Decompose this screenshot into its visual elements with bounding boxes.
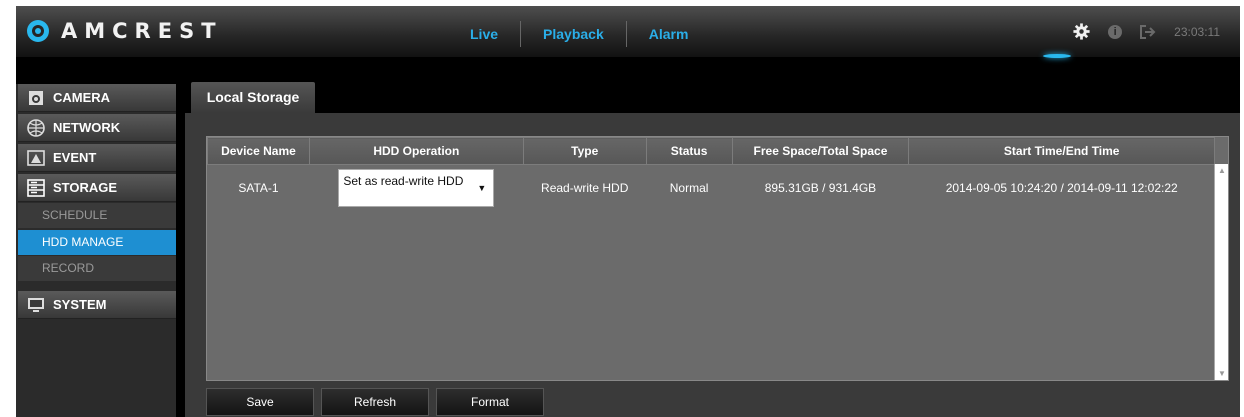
nav-playback[interactable]: Playback <box>521 26 626 42</box>
column-header: HDD Operation <box>308 137 524 165</box>
brand-name: AMCREST <box>61 19 223 43</box>
network-icon <box>27 118 45 137</box>
sidebar-item-event[interactable]: EVENT <box>18 144 176 172</box>
sidebar-item-system[interactable]: SYSTEM <box>18 291 176 319</box>
sidebar-item-label: STORAGE <box>53 180 118 195</box>
hdd-table-container: Device Name HDD Operation Type Status Fr… <box>206 136 1229 381</box>
type-cell: Read-write HDD <box>541 180 629 195</box>
info-icon[interactable]: i <box>1108 24 1123 39</box>
storage-icon <box>27 178 45 197</box>
column-header: Start Time/End Time <box>908 137 1215 165</box>
device-name-cell: SATA-1 <box>238 180 279 195</box>
gear-icon[interactable] <box>1073 23 1090 40</box>
hdd-operation-select[interactable]: Set as read-write HDD ▼ <box>338 168 495 207</box>
amcrest-logo-icon <box>27 20 49 42</box>
hdd-operation-cell: Set as read-write HDD ▼ <box>309 165 523 211</box>
time-cell: 2014-09-05 10:24:20 / 2014-09-11 12:02:2… <box>945 180 1178 195</box>
event-icon <box>27 149 45 167</box>
settings-active-indicator <box>1043 54 1071 58</box>
scroll-up-icon[interactable]: ▲ <box>1218 166 1226 175</box>
tab-local-storage[interactable]: Local Storage <box>191 82 315 113</box>
refresh-button[interactable]: Refresh <box>321 388 429 416</box>
sidebar-subitem-hdd-manage[interactable]: HDD MANAGE <box>18 230 176 255</box>
column-header: Type <box>522 137 647 165</box>
app-frame: AMCREST Live Playback Alarm i 23:03:11 C… <box>16 6 1240 417</box>
main-nav: Live Playback Alarm <box>448 6 710 57</box>
table-scrollbar[interactable]: ▲ ▼ <box>1214 164 1228 380</box>
sidebar: CAMERA NETWORK EVENT STORAGE SCHEDULE HD… <box>16 84 176 417</box>
camera-icon <box>27 89 45 107</box>
content-panel: Device Name HDD Operation Type Status Fr… <box>185 113 1240 417</box>
sidebar-subitem-schedule[interactable]: SCHEDULE <box>18 203 176 228</box>
top-header: AMCREST Live Playback Alarm i 23:03:11 <box>16 6 1240 58</box>
status-cell: Normal <box>669 180 709 195</box>
sidebar-item-network[interactable]: NETWORK <box>18 114 176 142</box>
table-row: SATA-1 Set as read-write HDD ▼ Read-writ… <box>208 165 1215 211</box>
save-button[interactable]: Save <box>206 388 314 416</box>
sidebar-item-label: CAMERA <box>53 90 111 105</box>
clock-readout: 23:03:11 <box>1174 24 1220 39</box>
table-header-row: Device Name HDD Operation Type Status Fr… <box>207 137 1215 165</box>
hdd-operation-value: Set as read-write HDD <box>343 173 464 188</box>
space-cell: 895.31GB / 931.4GB <box>764 180 877 195</box>
column-header: Free Space/Total Space <box>731 137 910 165</box>
hdd-table: Device Name HDD Operation Type Status Fr… <box>207 137 1215 211</box>
nav-live[interactable]: Live <box>448 26 520 42</box>
sidebar-item-label: NETWORK <box>53 120 121 135</box>
format-button[interactable]: Format <box>436 388 544 416</box>
logout-icon[interactable] <box>1140 24 1156 39</box>
column-header: Status <box>645 137 733 165</box>
column-header: Device Name <box>207 137 310 165</box>
nav-alarm[interactable]: Alarm <box>627 26 711 42</box>
sidebar-item-label: SYSTEM <box>53 297 107 312</box>
header-tools: i 23:03:11 <box>1073 23 1220 40</box>
amcrest-logo: AMCREST <box>27 19 223 43</box>
sidebar-subitem-record[interactable]: RECORD <box>18 256 176 281</box>
sidebar-item-storage[interactable]: STORAGE <box>18 174 176 202</box>
sidebar-item-label: EVENT <box>53 150 97 165</box>
system-icon <box>27 296 45 314</box>
scroll-down-icon[interactable]: ▼ <box>1218 369 1226 378</box>
dropdown-arrow-icon: ▼ <box>477 182 487 193</box>
sidebar-item-camera[interactable]: CAMERA <box>18 84 176 112</box>
